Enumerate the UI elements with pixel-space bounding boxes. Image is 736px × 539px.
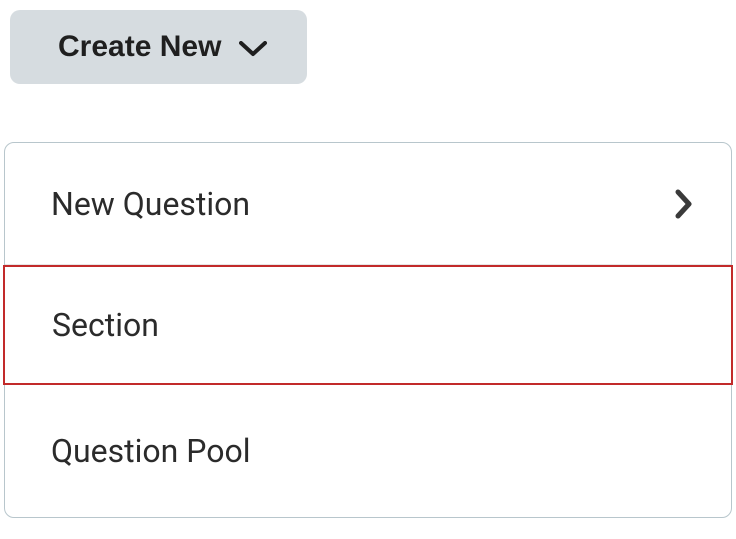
chevron-down-icon	[239, 41, 267, 57]
chevron-right-icon	[675, 188, 693, 220]
menu-item-question-pool[interactable]: Question Pool	[5, 385, 731, 517]
menu-item-label: New Question	[51, 185, 250, 223]
create-new-button[interactable]: Create New	[10, 10, 307, 84]
menu-item-label: Section	[51, 306, 159, 344]
menu-item-new-question[interactable]: New Question	[5, 143, 731, 265]
create-new-dropdown: New Question Section Question Pool	[4, 142, 732, 518]
create-new-label: Create New	[58, 30, 221, 64]
menu-item-label: Question Pool	[51, 432, 251, 470]
menu-item-section[interactable]: Section	[3, 265, 733, 385]
